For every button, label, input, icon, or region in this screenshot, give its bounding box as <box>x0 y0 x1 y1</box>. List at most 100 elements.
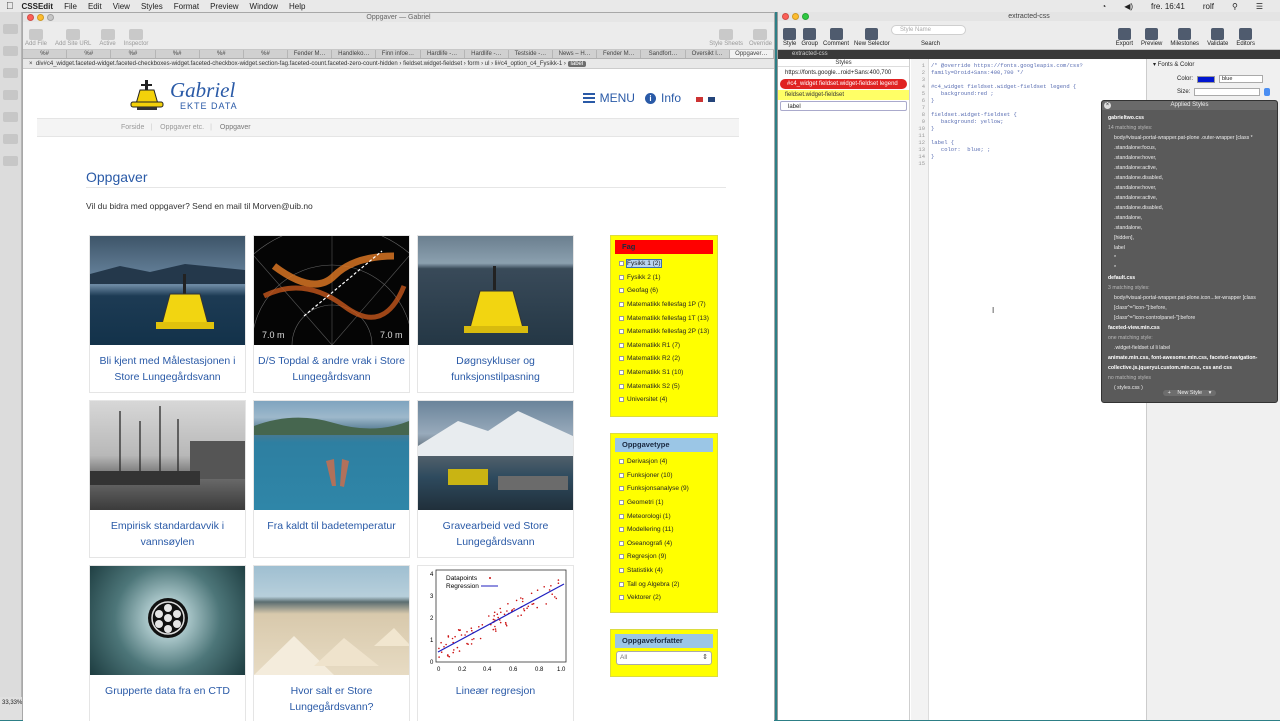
facet-option[interactable]: Geofag (6) <box>611 284 717 298</box>
milestones-button[interactable]: Milestones <box>1170 28 1199 47</box>
style-item[interactable]: fieldset.widget-fieldset <box>778 90 909 100</box>
task-card[interactable]: Datapoints Regression 0 1 2 3 4 0 0.2 0.… <box>417 565 574 721</box>
path-segment[interactable]: ul <box>485 61 490 67</box>
menu-preview[interactable]: Preview <box>210 2 238 11</box>
facet-option[interactable]: Meteorologi (1) <box>611 509 717 523</box>
applied-file-name[interactable]: faceted-view.min.css <box>1108 323 1271 333</box>
checkbox[interactable] <box>619 459 624 465</box>
notification-icon[interactable]: ☰ <box>1256 2 1263 11</box>
applied-rule[interactable]: [hidden], <box>1108 233 1271 243</box>
facet-option[interactable]: Modellering (11) <box>611 523 717 537</box>
applied-rule[interactable]: label <box>1108 243 1271 253</box>
applied-rule[interactable]: ( styles.css ) <box>1108 383 1271 390</box>
group-button[interactable]: Group <box>801 28 818 47</box>
task-card[interactable]: Gravearbeid ved Store Lungegårdsvann <box>417 400 574 558</box>
menu-button[interactable]: MENU <box>582 91 635 105</box>
tab[interactable]: Handleko… <box>332 50 377 58</box>
task-card[interactable]: Hvor salt er Store Lungegårdsvann? <box>253 565 410 721</box>
checkbox[interactable] <box>619 527 624 533</box>
facet-option[interactable]: Tall og Algebra (2) <box>611 577 717 591</box>
zoom-window-button[interactable] <box>802 13 809 20</box>
applied-rule[interactable]: body#visual-portal-wrapper.pat-plone .ou… <box>1108 133 1271 143</box>
applied-file-name[interactable]: default.css <box>1108 273 1271 283</box>
checkbox[interactable] <box>619 315 624 321</box>
menu-file[interactable]: File <box>64 2 77 11</box>
task-card[interactable]: 7.0 m 7.0 m D/S Topdal & andre vrak i St… <box>253 235 410 393</box>
checkbox[interactable] <box>619 540 624 546</box>
facet-option[interactable]: Matematikk S1 (10) <box>611 366 717 380</box>
path-segment[interactable]: li#c4_option_c4_Fysikk-1 <box>495 61 562 67</box>
facet-option[interactable]: Matematikk R2 (2) <box>611 352 717 366</box>
active-button[interactable]: Active <box>99 29 116 47</box>
menu-format[interactable]: Format <box>174 2 199 11</box>
tab[interactable]: Fender M… <box>597 50 642 58</box>
tab[interactable]: Sandfort… <box>641 50 686 58</box>
tab-active[interactable]: Oppgaver… <box>729 50 774 58</box>
fonts-color-section[interactable]: ▾ Fonts & Color <box>1147 59 1280 70</box>
checkbox[interactable] <box>619 595 624 601</box>
english-flag-icon[interactable] <box>708 97 715 102</box>
applied-rule[interactable]: .standalone, <box>1108 213 1271 223</box>
add-file-button[interactable]: Add File <box>25 29 47 47</box>
applied-rule[interactable]: body#visual-portal-wrapper.pat-plone.ico… <box>1108 293 1271 303</box>
checkbox[interactable] <box>619 288 624 294</box>
applied-rule[interactable]: [class^="icon-controlpanel-"]:before <box>1108 313 1271 323</box>
tab[interactable]: Oversikt l… <box>686 50 730 58</box>
override-button[interactable]: Override <box>749 29 772 47</box>
menu-window[interactable]: Window <box>250 2 278 11</box>
applied-rule[interactable]: .standalone:hover, <box>1108 183 1271 193</box>
facet-option[interactable]: Oseanografi (4) <box>611 537 717 551</box>
task-card[interactable]: Døgnsykluser og funksjonstilpasning <box>417 235 574 393</box>
checkbox[interactable] <box>619 302 624 308</box>
spotlight-icon[interactable]: ⚲ <box>1232 2 1238 11</box>
close-window-button[interactable] <box>782 13 789 20</box>
norwegian-flag-icon[interactable] <box>696 97 703 102</box>
validate-button[interactable]: Validate <box>1207 28 1228 47</box>
facet-option[interactable]: Vektorer (2) <box>611 591 717 605</box>
path-segment[interactable]: form <box>467 61 479 67</box>
breadcrumb-home[interactable]: Forside <box>121 124 144 131</box>
checkbox[interactable] <box>619 568 624 574</box>
applied-rule[interactable]: * <box>1108 253 1271 263</box>
preview-button[interactable]: Preview <box>1141 28 1162 47</box>
tab[interactable]: Hardlife -… <box>421 50 465 58</box>
facet-option[interactable]: Funksjoner (10) <box>611 469 717 483</box>
task-card[interactable]: Fra kaldt til badetemperatur <box>253 400 410 558</box>
applied-rule[interactable]: .standalone:focus, <box>1108 143 1271 153</box>
path-segment[interactable]: fieldset.widget-fieldset <box>403 61 462 67</box>
close-path-icon[interactable]: × <box>29 61 33 67</box>
facet-option[interactable]: Matematikk R1 (7) <box>611 339 717 353</box>
menu-styles[interactable]: Styles <box>141 2 163 11</box>
comment-button[interactable]: Comment <box>823 28 849 47</box>
tab[interactable]: %# <box>200 50 244 58</box>
menu-app-name[interactable]: CSSEdit <box>22 2 54 11</box>
tab[interactable]: Hardlife -… <box>465 50 509 58</box>
inspector-button[interactable]: Inspector <box>124 29 148 47</box>
document-tab[interactable]: extracted-css <box>778 50 1280 59</box>
author-select[interactable]: All <box>616 651 712 665</box>
export-button[interactable]: Export <box>1116 28 1133 47</box>
user-name[interactable]: rolf <box>1203 2 1214 11</box>
checkbox[interactable] <box>619 342 624 348</box>
applied-rule[interactable]: * <box>1108 263 1271 273</box>
applied-rule[interactable]: .standalone, <box>1108 223 1271 233</box>
minimize-window-button[interactable] <box>792 13 799 20</box>
tab[interactable]: %# <box>156 50 200 58</box>
applied-rule[interactable]: .widget-fieldset ul li label <box>1108 343 1271 353</box>
style-item[interactable]: #c4_widget fieldset.widget-fieldset lege… <box>780 79 907 89</box>
facet-option[interactable]: Fysikk 1 (2) <box>611 257 717 271</box>
new-style-button[interactable]: + New Style ▾ <box>1162 390 1217 396</box>
new-selector-button[interactable]: New Selector <box>854 28 890 47</box>
editors-button[interactable]: Editors <box>1236 28 1255 47</box>
zoom-window-button[interactable] <box>47 14 54 21</box>
checkbox[interactable] <box>619 397 624 403</box>
checkbox[interactable] <box>619 261 624 267</box>
checkbox[interactable] <box>619 513 624 519</box>
checkbox[interactable] <box>619 554 624 560</box>
size-input[interactable] <box>1194 88 1261 96</box>
checkbox[interactable] <box>619 329 624 335</box>
tab[interactable]: %# <box>244 50 289 58</box>
menu-edit[interactable]: Edit <box>88 2 102 11</box>
applied-rule[interactable]: .standalone.disabled, <box>1108 203 1271 213</box>
style-sheets-button[interactable]: Style Sheets <box>709 29 743 47</box>
